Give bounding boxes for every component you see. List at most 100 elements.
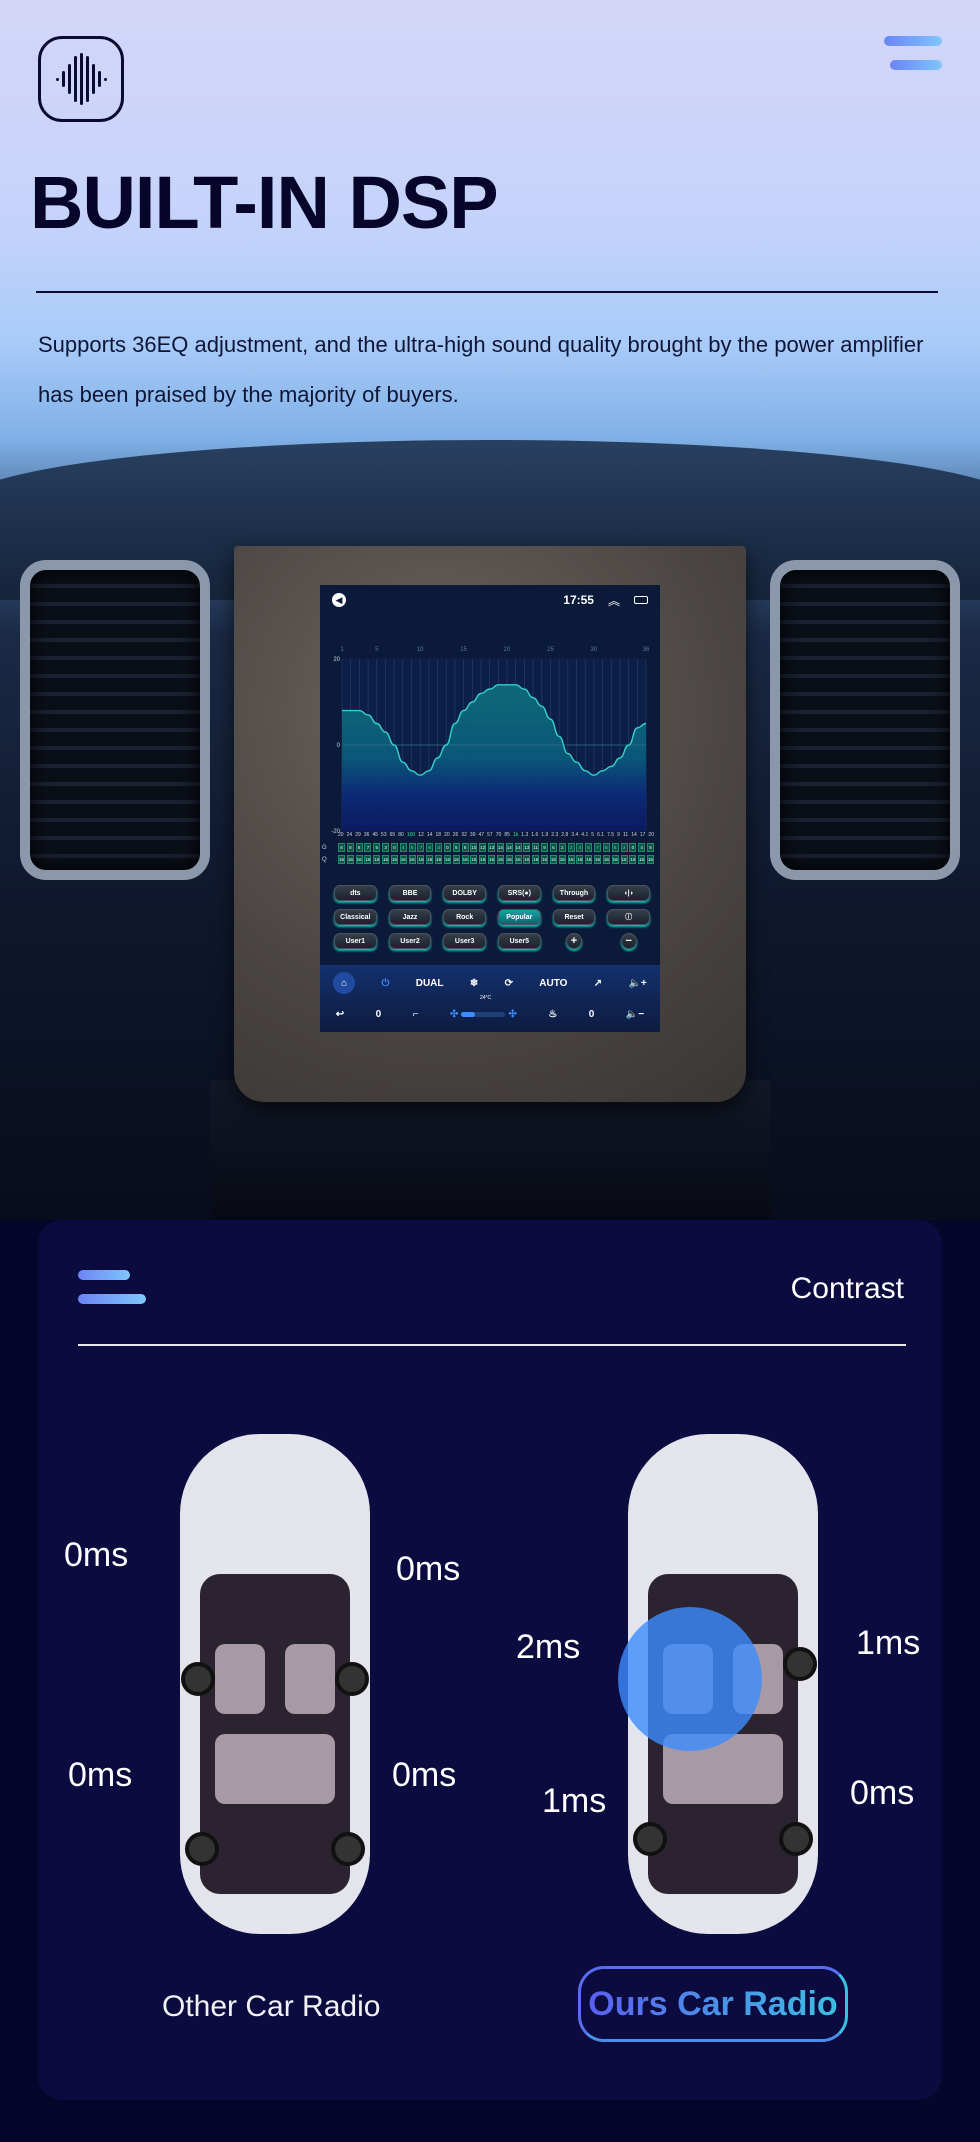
- q-value[interactable]: 16: [602, 855, 610, 864]
- preset-button-srs[interactable]: SRS(●): [498, 885, 541, 901]
- menu-icon[interactable]: [880, 36, 942, 74]
- gain-value[interactable]: 8: [338, 843, 345, 852]
- preset-button-user2[interactable]: User2: [388, 933, 432, 949]
- preset-button-popular[interactable]: Popular: [498, 909, 541, 925]
- gain-value[interactable]: 2: [558, 843, 566, 852]
- gain-value[interactable]: 13: [488, 843, 496, 852]
- gain-value[interactable]: 8: [346, 843, 354, 852]
- gain-value[interactable]: 5: [646, 843, 654, 852]
- gain-value[interactable]: 13: [523, 843, 531, 852]
- gain-value[interactable]: 3: [435, 843, 443, 852]
- q-value[interactable]: 16: [505, 855, 513, 864]
- seat-heat-icon[interactable]: ♨: [548, 1009, 557, 1020]
- q-value[interactable]: 16: [496, 855, 504, 864]
- gain-value[interactable]: 6: [408, 843, 416, 852]
- q-value[interactable]: 16: [488, 855, 496, 864]
- gain-value[interactable]: 10: [470, 843, 478, 852]
- q-value[interactable]: 16: [470, 855, 478, 864]
- q-value[interactable]: 16: [558, 855, 566, 864]
- gain-value[interactable]: 14: [505, 843, 513, 852]
- q-value[interactable]: 16: [461, 855, 469, 864]
- gain-value[interactable]: 4: [638, 843, 646, 852]
- q-value[interactable]: 16: [629, 855, 637, 864]
- q-value[interactable]: 16: [382, 855, 390, 864]
- q-value[interactable]: 16: [594, 855, 602, 864]
- gain-value[interactable]: 0: [390, 843, 398, 852]
- preset-button-[interactable]: ⓘ: [607, 909, 650, 925]
- recirculation-icon[interactable]: ⟳: [505, 978, 513, 989]
- q-value[interactable]: 16: [585, 855, 593, 864]
- preset-button-reset[interactable]: Reset: [552, 909, 596, 925]
- seat-icon[interactable]: ⌐: [413, 1009, 419, 1020]
- q-value[interactable]: 16: [576, 855, 584, 864]
- back-icon[interactable]: ◀: [332, 593, 346, 607]
- preset-button-through[interactable]: Through: [552, 885, 596, 901]
- q-value[interactable]: 16: [426, 855, 434, 864]
- gain-value[interactable]: 8: [461, 843, 469, 852]
- preset-button-jazz[interactable]: Jazz: [388, 909, 432, 925]
- q-value[interactable]: 16: [408, 855, 416, 864]
- q-value[interactable]: 16: [620, 855, 628, 864]
- seat-airflow-icon[interactable]: ↗: [594, 978, 602, 989]
- gain-value[interactable]: 8: [355, 843, 363, 852]
- gain-value[interactable]: 14: [496, 843, 504, 852]
- gain-value[interactable]: 9: [541, 843, 549, 852]
- preset-button-classical[interactable]: Classical: [334, 909, 377, 925]
- dual-button[interactable]: DUAL: [416, 978, 444, 989]
- preset-button-user1[interactable]: User1: [334, 933, 377, 949]
- gain-value[interactable]: 6: [602, 843, 610, 852]
- gain-value[interactable]: 7: [364, 843, 372, 852]
- eq-chart[interactable]: 1 5 10 15 20 25 30 36200-20: [328, 635, 652, 835]
- preset-button-dts[interactable]: dts: [334, 885, 377, 901]
- q-value[interactable]: 16: [514, 855, 522, 864]
- preset-button-user5[interactable]: User5: [498, 933, 541, 949]
- gain-value[interactable]: 3: [382, 843, 390, 852]
- gain-value[interactable]: 6: [585, 843, 593, 852]
- q-value[interactable]: 16: [346, 855, 354, 864]
- windows-icon[interactable]: [634, 596, 648, 604]
- preset-button-[interactable]: ◖|◗: [607, 885, 650, 901]
- double-chevron-up-icon[interactable]: ︽: [608, 592, 620, 609]
- q-value[interactable]: 16: [541, 855, 549, 864]
- fan-slider[interactable]: ✣ ✣: [450, 1009, 517, 1020]
- q-value[interactable]: 16: [338, 855, 345, 864]
- gain-value[interactable]: 14: [514, 843, 522, 852]
- gain-value[interactable]: 7: [417, 843, 425, 852]
- q-value[interactable]: 16: [443, 855, 451, 864]
- preset-button-bbe[interactable]: BBE: [388, 885, 432, 901]
- q-value[interactable]: 16: [532, 855, 540, 864]
- gain-value[interactable]: 6: [426, 843, 434, 852]
- gain-value[interactable]: 3: [620, 843, 628, 852]
- gain-value[interactable]: 6: [549, 843, 557, 852]
- q-value[interactable]: 16: [638, 855, 646, 864]
- return-icon[interactable]: ↩: [336, 1009, 344, 1020]
- gain-value[interactable]: 7: [594, 843, 602, 852]
- q-value[interactable]: 16: [479, 855, 487, 864]
- gain-value[interactable]: 5: [452, 843, 460, 852]
- gain-value[interactable]: 12: [479, 843, 487, 852]
- q-value[interactable]: 16: [435, 855, 443, 864]
- home-icon[interactable]: ⌂: [333, 972, 356, 994]
- power-icon[interactable]: ⏻: [381, 978, 389, 989]
- volume-up-icon[interactable]: 🔈+: [628, 978, 646, 989]
- q-value[interactable]: 16: [646, 855, 654, 864]
- q-value[interactable]: 16: [611, 855, 619, 864]
- q-value[interactable]: 16: [417, 855, 425, 864]
- gain-value[interactable]: 5: [611, 843, 619, 852]
- gain-value[interactable]: 4: [399, 843, 407, 852]
- q-value[interactable]: 16: [390, 855, 398, 864]
- q-value[interactable]: 16: [364, 855, 372, 864]
- q-value[interactable]: 16: [399, 855, 407, 864]
- q-value[interactable]: 16: [452, 855, 460, 864]
- q-value[interactable]: 16: [549, 855, 557, 864]
- preset-button-user3[interactable]: User3: [443, 933, 486, 949]
- gain-value[interactable]: 2: [567, 843, 575, 852]
- q-value[interactable]: 16: [373, 855, 381, 864]
- preset-button-dolby[interactable]: DOLBY: [443, 885, 486, 901]
- volume-down-icon[interactable]: 🔈−: [626, 1009, 644, 1020]
- gain-value[interactable]: 11: [532, 843, 540, 852]
- preset-button-[interactable]: +: [565, 933, 582, 949]
- preset-button-[interactable]: −: [620, 933, 637, 949]
- gain-value[interactable]: 0: [443, 843, 451, 852]
- menu-icon[interactable]: [78, 1270, 148, 1308]
